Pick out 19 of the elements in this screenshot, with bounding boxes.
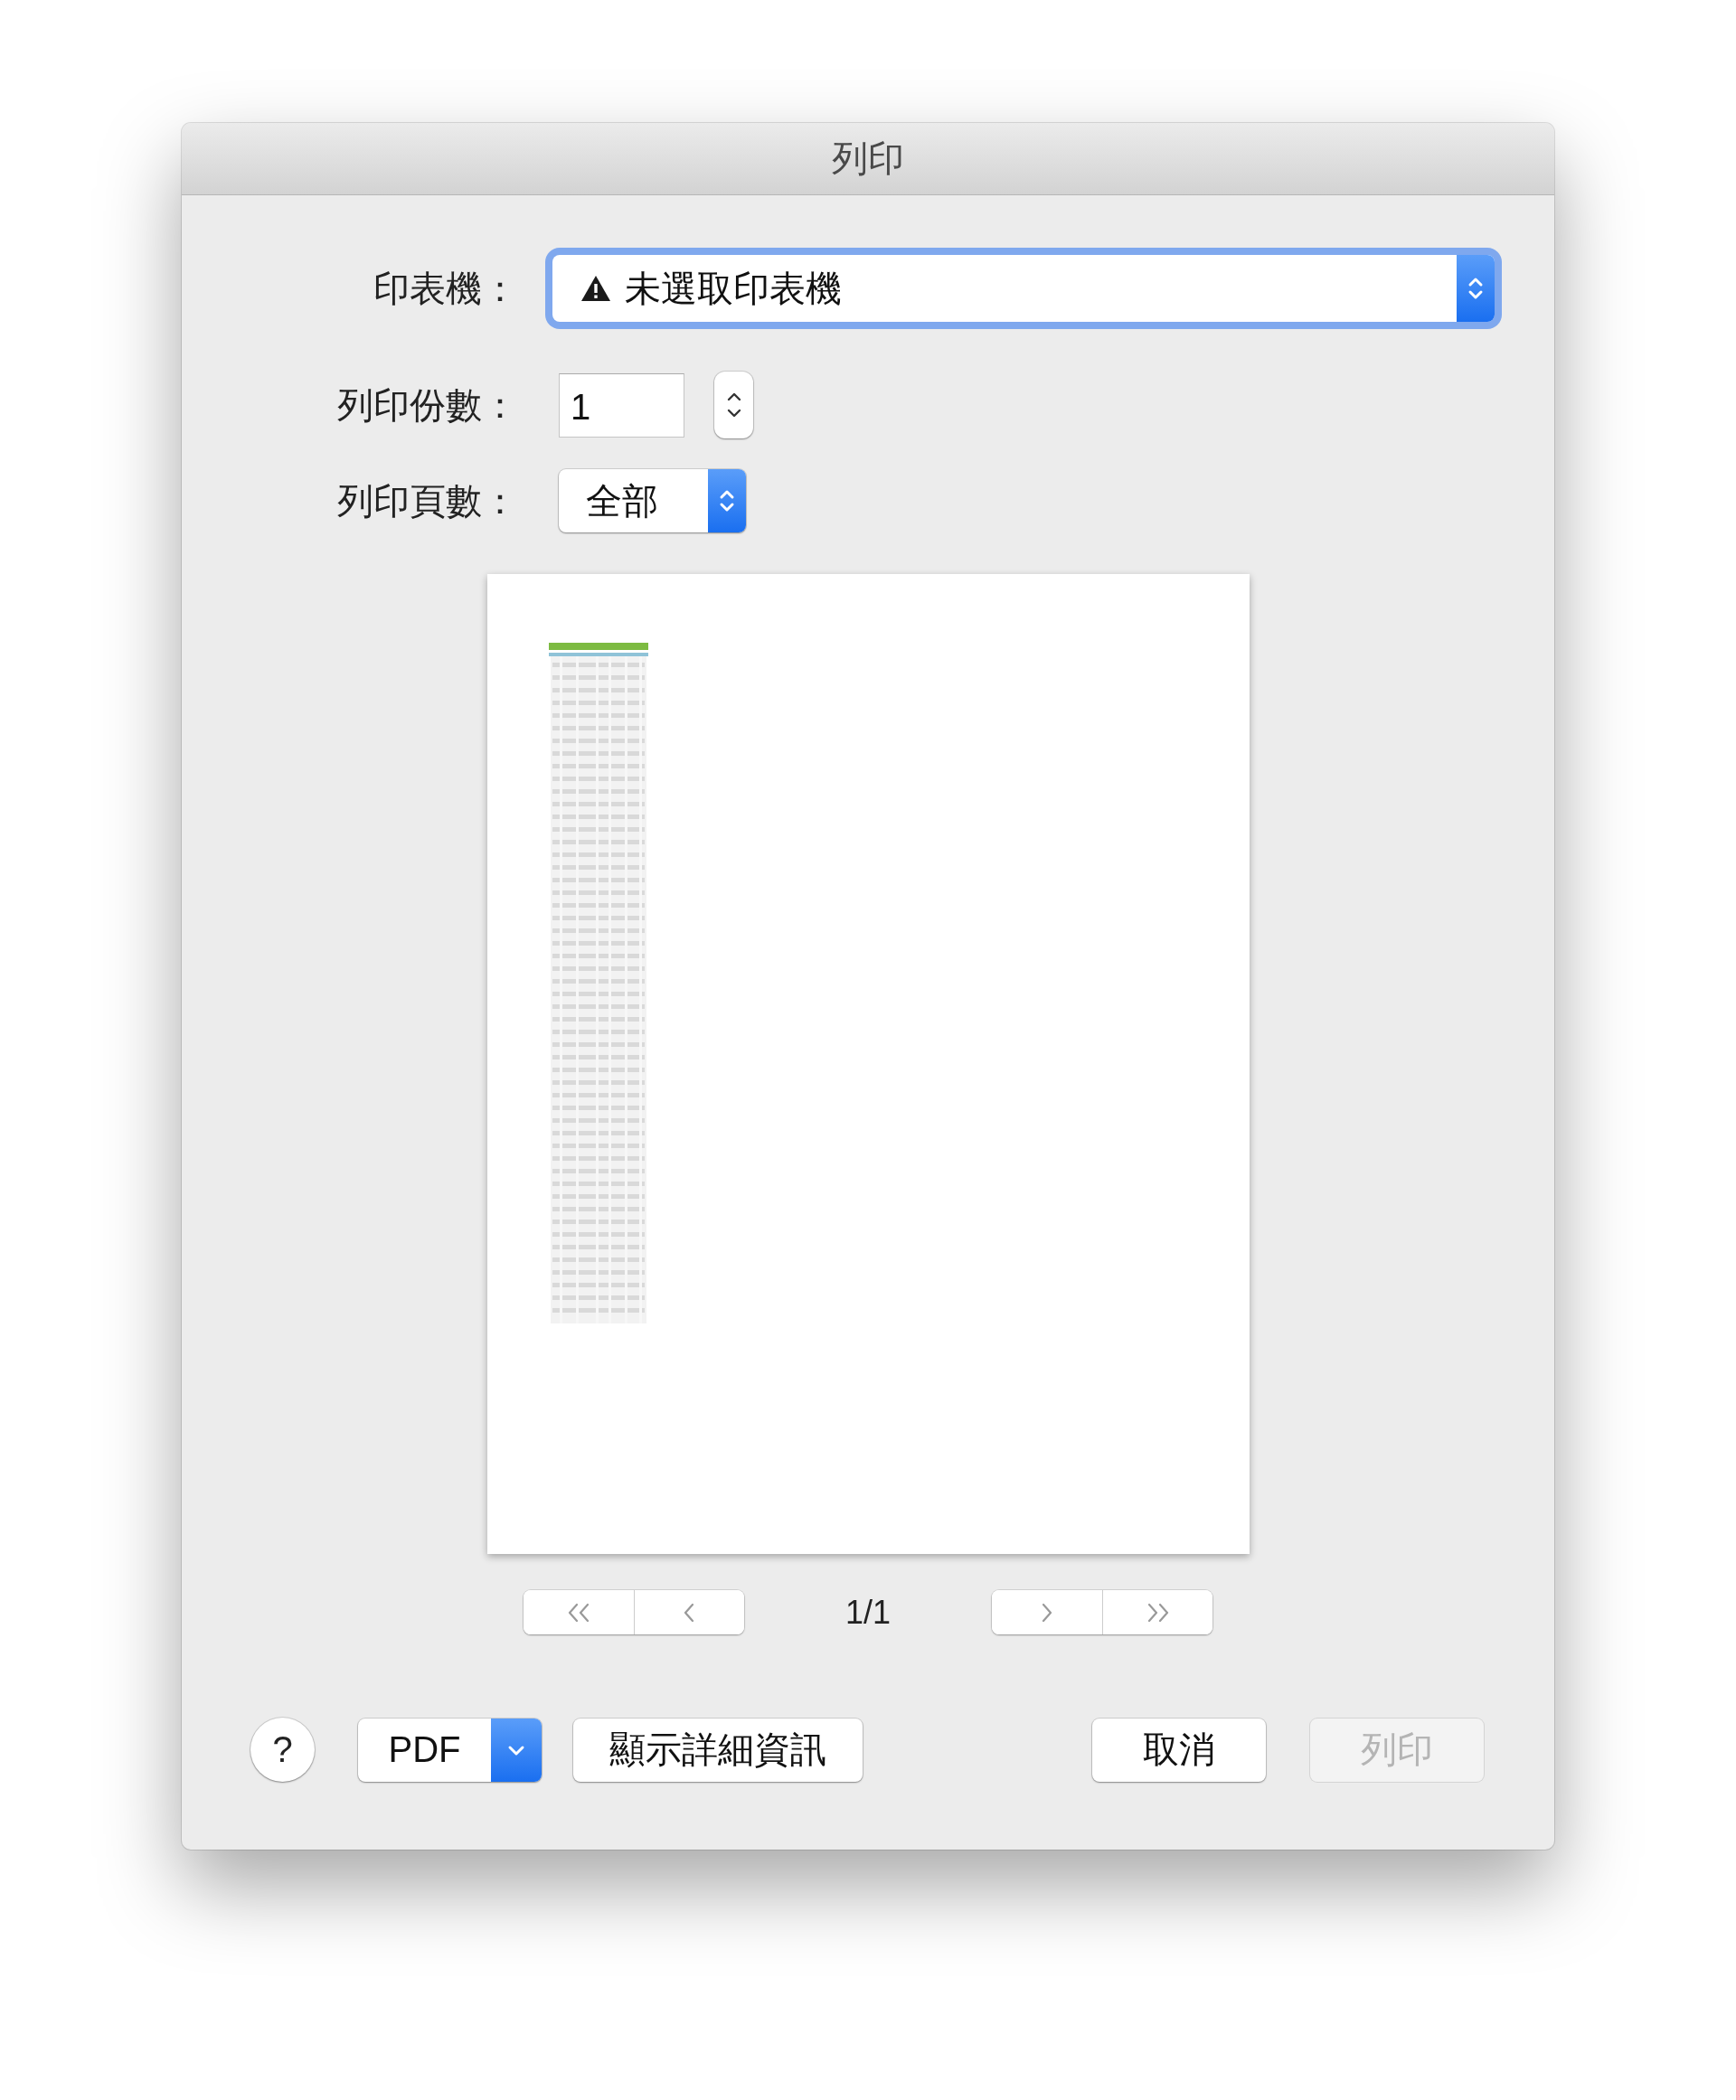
pages-popup[interactable]: 全部 xyxy=(559,469,746,532)
first-page-button[interactable] xyxy=(523,1590,634,1634)
up-down-arrows-icon xyxy=(1457,255,1495,322)
previous-page-button[interactable] xyxy=(633,1590,744,1634)
help-button[interactable]: ? xyxy=(250,1718,315,1782)
dialog-button[interactable]: 顯示詳細資訊 xyxy=(573,1718,863,1782)
pdf-menu-button[interactable]: PDF xyxy=(358,1718,542,1782)
field-label: 列印份數： xyxy=(336,383,518,427)
chevron-down-icon xyxy=(491,1718,542,1782)
last-page-button[interactable] xyxy=(1102,1590,1212,1634)
page-indicator: 1/1 xyxy=(844,1593,891,1632)
stepper[interactable] xyxy=(714,372,753,438)
field-label: 列印頁數： xyxy=(336,479,518,523)
copies-field[interactable]: 1 xyxy=(559,372,684,438)
up-down-arrows-icon xyxy=(708,469,746,532)
dialog-button[interactable]: 取消 xyxy=(1092,1718,1266,1782)
next-page-button[interactable] xyxy=(992,1590,1102,1634)
window-title: 列印 xyxy=(832,137,904,180)
field-label: 印表機： xyxy=(373,267,518,310)
